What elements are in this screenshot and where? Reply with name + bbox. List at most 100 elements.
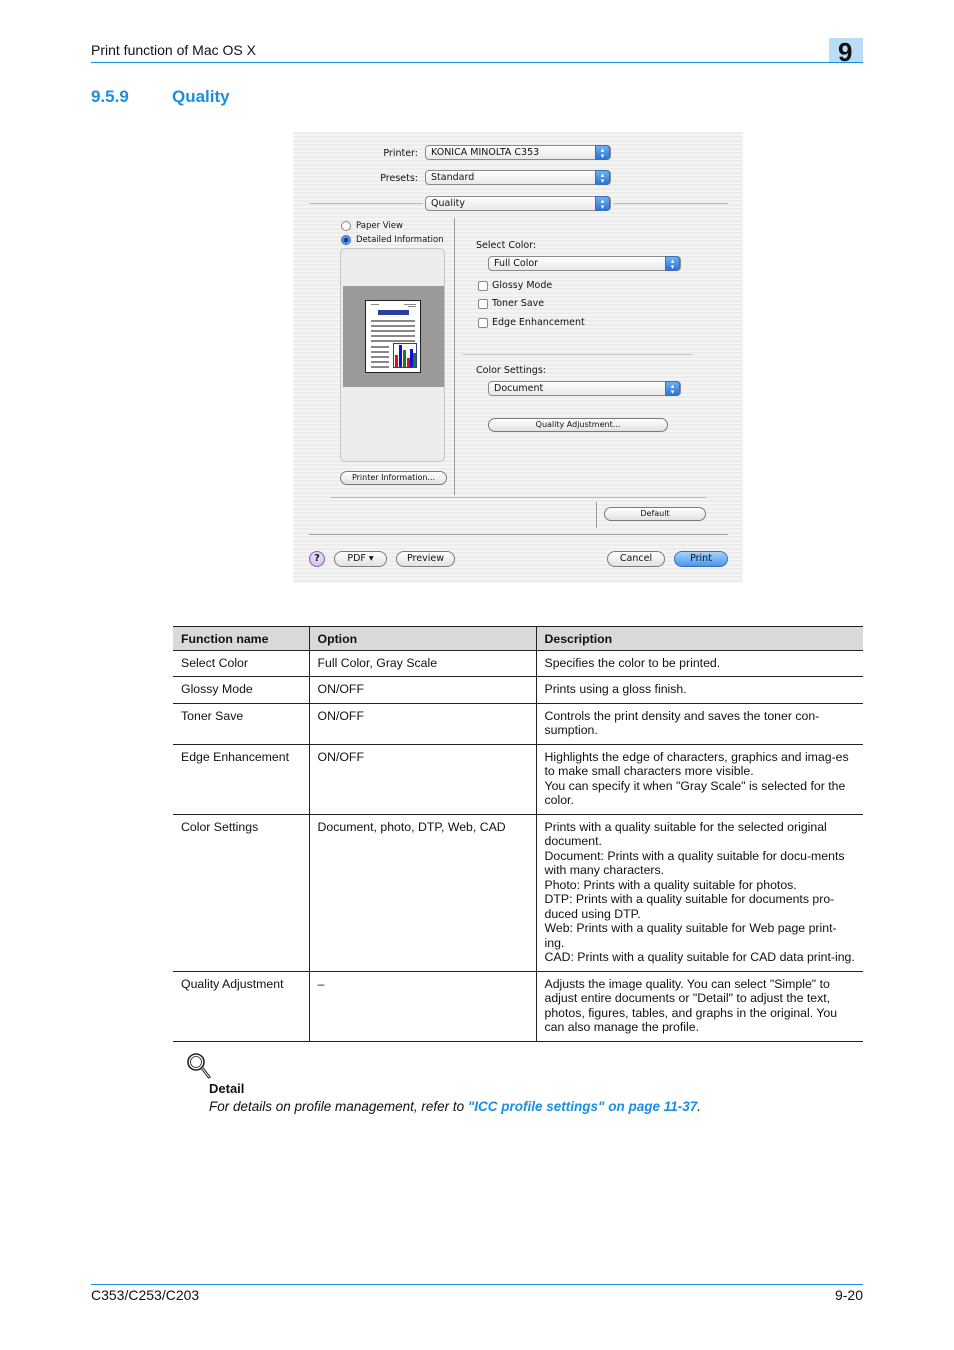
popup-arrows-icon: ▴ ▾: [595, 145, 610, 160]
paper-view-radio[interactable]: [341, 221, 351, 231]
cell-description: Highlights the edge of characters, graph…: [535, 744, 863, 815]
thumb-line: [371, 335, 415, 337]
header-description: Description: [535, 626, 863, 651]
table-row: Color Settings Document, photo, DTP, Web…: [173, 814, 863, 972]
panel-value: Quality: [431, 198, 465, 209]
detail-text-after: .: [697, 1099, 701, 1114]
presets-popup[interactable]: Standard ▴ ▾: [425, 170, 611, 185]
thumb-bar: [399, 345, 402, 367]
description-line: Photo: Prints with a quality suitable fo…: [544, 877, 797, 892]
detail-heading: Detail: [209, 1081, 245, 1096]
footer-rule: [91, 1284, 863, 1285]
cell-option: Document, photo, DTP, Web, CAD: [308, 814, 536, 972]
select-color-popup[interactable]: Full Color ▴ ▾: [488, 256, 681, 271]
table-row: Toner Save ON/OFF Controls the print den…: [173, 703, 863, 745]
cell-option: ON/OFF: [308, 744, 536, 815]
divider: [613, 203, 728, 204]
presets-label: Presets:: [380, 173, 418, 184]
cell-description: Prints with a quality suitable for the s…: [535, 814, 863, 972]
detailed-information-radio[interactable]: [341, 235, 351, 245]
cell-option: ON/OFF: [308, 676, 536, 704]
cell-description: Prints using a gloss finish.: [535, 676, 863, 704]
divider: [596, 502, 597, 528]
thumb-line: [371, 325, 415, 327]
thumb-line: [371, 361, 389, 363]
thumb-line: [371, 320, 415, 322]
help-button[interactable]: ?: [309, 551, 325, 567]
toner-save-label: Toner Save: [492, 298, 545, 309]
header-option: Option: [308, 626, 536, 651]
table-header-row: Function name Option Description: [173, 626, 863, 651]
detail-text: For details on profile management, refer…: [209, 1099, 701, 1114]
printer-popup[interactable]: KONICA MINOLTA C353 ▴ ▾: [425, 145, 611, 160]
popup-arrows-icon: ▴ ▾: [665, 256, 680, 271]
running-title: Print function of Mac OS X: [91, 42, 256, 58]
cancel-button[interactable]: Cancel: [607, 551, 665, 567]
table-row: Select Color Full Color, Gray Scale Spec…: [173, 650, 863, 677]
description-line: You can specify it when "Gray Scale" is …: [544, 778, 846, 808]
cell-function: Select Color: [173, 650, 309, 677]
presets-value: Standard: [431, 172, 475, 183]
edge-enhancement-checkbox[interactable]: [478, 318, 488, 328]
thumb-bar: [403, 350, 406, 367]
edge-enhancement-label: Edge Enhancement: [492, 317, 585, 328]
default-button[interactable]: Default: [604, 507, 706, 521]
popup-arrows-icon: ▴ ▾: [595, 196, 610, 211]
pdf-menu-button[interactable]: PDF ▾: [334, 551, 387, 567]
thumb-line: [371, 351, 389, 353]
panel-popup[interactable]: Quality ▴ ▾: [425, 196, 611, 211]
thumb-line: [371, 304, 379, 305]
quality-adjustment-button[interactable]: Quality Adjustment...: [488, 418, 668, 432]
icc-profile-link[interactable]: "ICC profile settings" on page 11-37: [468, 1099, 697, 1114]
thumb-line: [371, 346, 389, 348]
detailed-information-label: Detailed Information: [356, 235, 444, 245]
cell-function: Edge Enhancement: [173, 744, 309, 815]
header-function-name: Function name: [173, 626, 309, 651]
footer-model: C353/C253/C203: [91, 1287, 200, 1303]
detail-text-before: For details on profile management, refer…: [209, 1099, 468, 1114]
thumb-bar: [395, 355, 398, 367]
section-title: Quality: [172, 87, 230, 106]
select-color-label: Select Color:: [476, 240, 537, 251]
cell-function: Color Settings: [173, 814, 309, 972]
description-line: Prints using a gloss finish.: [544, 682, 687, 696]
divider: [331, 497, 706, 498]
printer-information-button[interactable]: Printer Information...: [340, 471, 447, 485]
paper-view-label: Paper View: [356, 221, 403, 231]
printer-value: KONICA MINOLTA C353: [431, 147, 540, 158]
page-thumbnail: [365, 300, 421, 373]
thumb-line: [371, 330, 415, 332]
color-settings-popup[interactable]: Document ▴ ▾: [488, 381, 681, 396]
print-dialog: Printer: KONICA MINOLTA C353 ▴ ▾ Presets:…: [293, 132, 743, 583]
cell-description: Adjusts the image quality. You can selec…: [535, 971, 863, 1042]
column-divider: [454, 218, 455, 495]
cell-function: Glossy Mode: [173, 676, 309, 704]
print-button[interactable]: Print: [674, 551, 728, 567]
chapter-number: 9: [838, 37, 853, 67]
divider: [309, 203, 423, 204]
description-line: Specifies the color to be printed.: [544, 655, 721, 670]
footer-page-number: 9-20: [834, 1287, 863, 1303]
cell-option: ON/OFF: [308, 703, 536, 745]
thumb-line: [408, 306, 416, 307]
description-line: CAD: Prints with a quality suitable for …: [544, 950, 855, 964]
toner-save-checkbox[interactable]: [478, 299, 488, 309]
select-color-value: Full Color: [494, 258, 539, 269]
description-line: Highlights the edge of characters, graph…: [544, 749, 849, 779]
preview-button[interactable]: Preview: [396, 551, 455, 567]
cell-function: Quality Adjustment: [173, 971, 309, 1042]
cell-option: Full Color, Gray Scale: [308, 650, 536, 677]
popup-arrows-icon: ▴ ▾: [665, 381, 680, 396]
thumb-line: [371, 366, 389, 368]
thumb-chart: [393, 343, 417, 368]
cell-function: Toner Save: [173, 703, 309, 745]
thumb-line: [371, 340, 415, 342]
table-row: Edge Enhancement ON/OFF Highlights the e…: [173, 744, 863, 815]
glossy-mode-checkbox[interactable]: [478, 281, 488, 291]
description-line: DTP: Prints with a quality suitable for …: [544, 892, 835, 921]
thumb-line: [404, 304, 416, 305]
thumb-bar: [413, 353, 416, 367]
cell-description: Controls the print density and saves the…: [535, 703, 863, 745]
section-number: 9.5.9: [91, 87, 129, 106]
thumb-line: [371, 356, 389, 358]
